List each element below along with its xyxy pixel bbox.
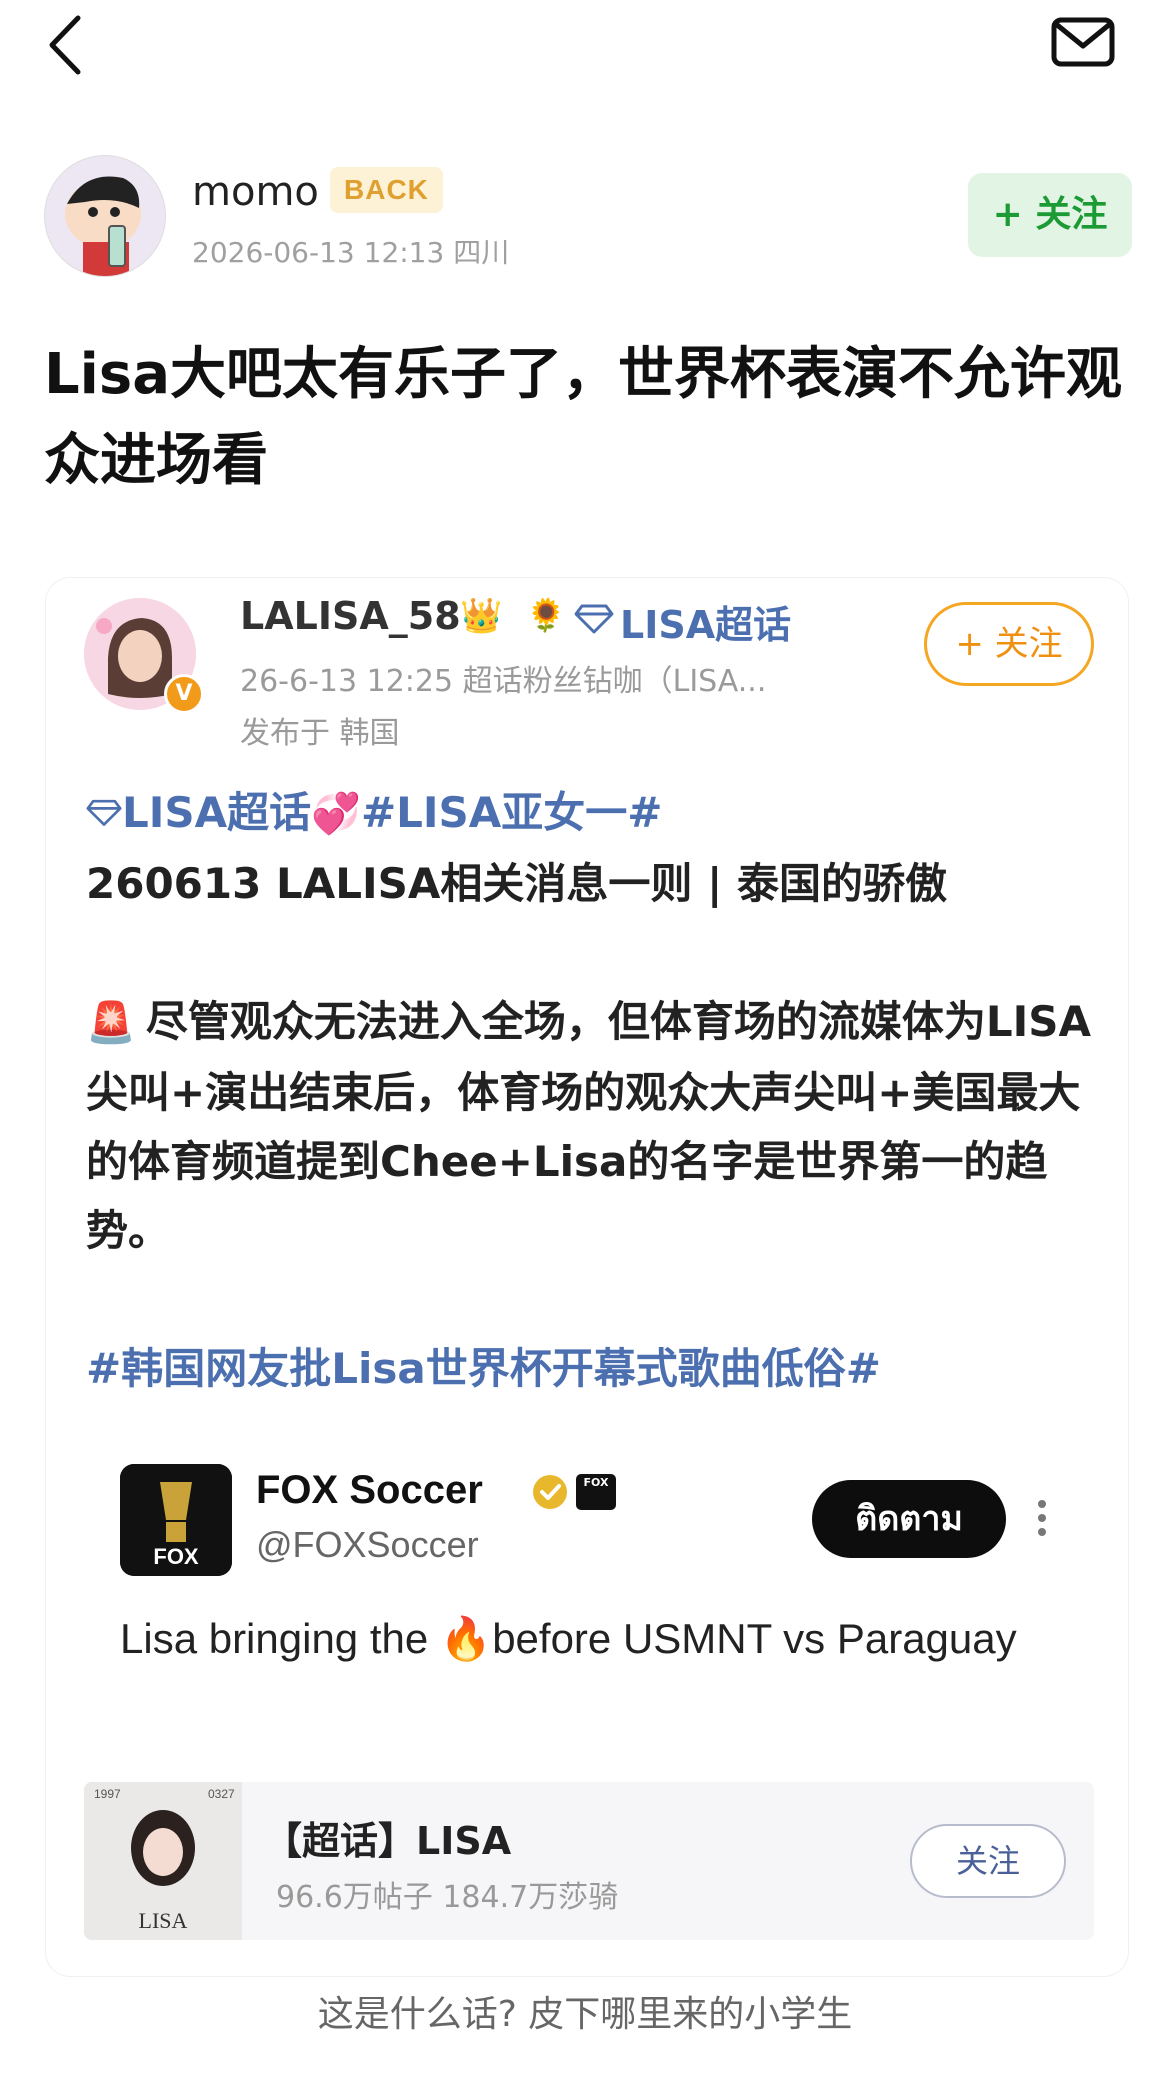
siren-icon: 🚨 bbox=[86, 1000, 136, 1046]
hearts-icon: 💞 bbox=[311, 791, 361, 837]
embedded-weibo-card[interactable]: V LALISA_58 👑 🌻 LISA超话 26-6-13 12:25 超话粉… bbox=[46, 578, 1128, 1976]
thumb-date-label: 0327 bbox=[208, 1787, 235, 1801]
more-options-icon[interactable] bbox=[1036, 1498, 1048, 1538]
weibo-line-1: 260613 LALISA相关消息一则 | 泰国的骄傲 bbox=[86, 859, 947, 908]
thumb-year-label: 1997 bbox=[94, 1787, 121, 1801]
fox-sports-badge: FOX bbox=[576, 1474, 616, 1510]
weibo-body: LISA超话💞#LISA亚女一# 260613 LALISA相关消息一则 | 泰… bbox=[86, 778, 1096, 1403]
fire-icon: 🔥 bbox=[439, 1615, 493, 1662]
hashtag-line: LISA超话💞#LISA亚女一# bbox=[86, 778, 1096, 849]
top-bar bbox=[0, 0, 1170, 90]
fox-soccer-logo: FOX bbox=[120, 1464, 232, 1576]
supertopic-link[interactable]: LISA超话 bbox=[620, 594, 791, 649]
weibo-meta: 26-6-13 12:25 超话粉丝钻咖（LISA... bbox=[240, 664, 767, 699]
comment-text: 这是什么话? 皮下哪里来的小学生 bbox=[317, 1994, 853, 2035]
post-meta: 2026-06-13 12:13 四川 bbox=[192, 236, 510, 269]
tweet-follow-button[interactable]: ติดตาม bbox=[812, 1480, 1006, 1558]
tweet-embed[interactable]: FOX FOX Soccer FOX @FOXSoccer ติดตาม Lis… bbox=[86, 1438, 1096, 1758]
follow-author-button[interactable]: + 关注 bbox=[968, 173, 1132, 257]
weibo-user-name[interactable]: LALISA_58 bbox=[240, 594, 461, 638]
fox-logo-text: FOX bbox=[153, 1544, 199, 1569]
chevron-left-icon[interactable] bbox=[42, 10, 92, 80]
weibo-location: 发布于 韩国 bbox=[240, 716, 400, 751]
author-avatar[interactable] bbox=[44, 155, 166, 277]
supertopic-card[interactable]: 1997 0327 LISA 【超话】LISA 96.6万帖子 184.7万莎骑… bbox=[84, 1782, 1094, 1940]
hashtag-korean-netizens[interactable]: #韩国网友批Lisa世界杯开幕式歌曲低俗# bbox=[86, 1334, 1096, 1403]
verified-icon bbox=[533, 1475, 567, 1509]
sunflower-icon: 🌻 bbox=[526, 596, 566, 634]
author-row: momo BACK 2026-06-13 12:13 四川 + 关注 bbox=[44, 155, 1134, 277]
follow-supertopic-button[interactable]: 关注 bbox=[910, 1824, 1066, 1898]
hashtag-lisa[interactable]: #LISA亚女一# bbox=[361, 788, 663, 837]
verified-badge: V bbox=[164, 674, 204, 714]
diamond-icon bbox=[86, 799, 122, 826]
author-name[interactable]: momo bbox=[192, 169, 319, 215]
author-badge: BACK bbox=[330, 167, 443, 213]
supertopic-stats: 96.6万帖子 184.7万莎骑 bbox=[276, 1880, 619, 1915]
crown-icon: 👑 bbox=[460, 596, 503, 636]
tweet-handle: @FOXSoccer bbox=[256, 1524, 479, 1565]
tweet-text: Lisa bringing the 🔥before USMNT vs Parag… bbox=[120, 1615, 1017, 1662]
supertopic-thumbnail: 1997 0327 LISA bbox=[84, 1782, 242, 1940]
supertopic-title[interactable]: 【超话】LISA bbox=[264, 1810, 511, 1865]
supertopic-tag[interactable]: LISA超话 bbox=[122, 788, 311, 837]
diamond-icon bbox=[574, 604, 614, 634]
post-title: Lisa大吧太有乐子了，世界杯表演不允许观众进场看 bbox=[44, 342, 1122, 493]
follow-weibo-user-button[interactable]: + 关注 bbox=[924, 602, 1094, 686]
thumb-title-label: LISA bbox=[139, 1908, 188, 1933]
tweet-account-name[interactable]: FOX Soccer bbox=[256, 1468, 483, 1513]
mail-icon[interactable] bbox=[1050, 16, 1116, 68]
weibo-paragraph: 🚨 尽管观众无法进入全场，但体育场的流媒体为LISA尖叫+演出结束后，体育场的观众… bbox=[86, 987, 1096, 1265]
